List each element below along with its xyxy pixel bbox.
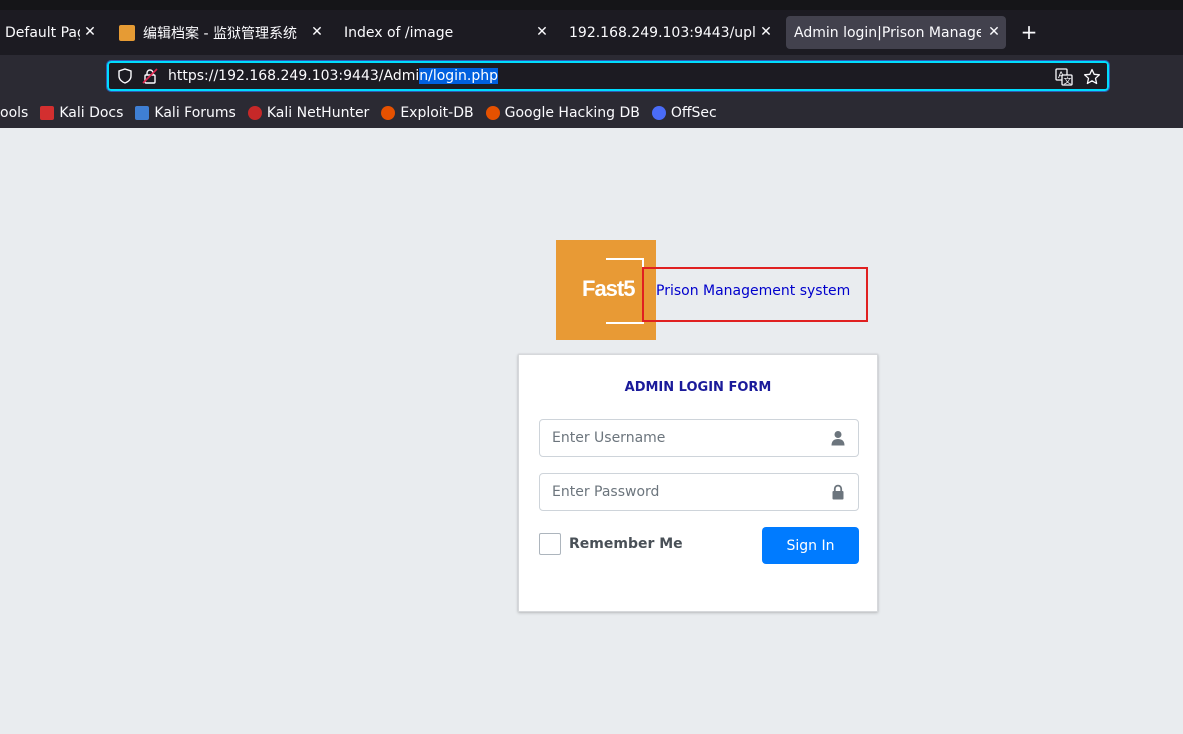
- tab-label: Default Page: [5, 24, 80, 41]
- exploit-db-icon: [381, 106, 396, 120]
- site-favicon-icon: [119, 24, 135, 41]
- close-icon[interactable]: ✕: [758, 24, 774, 40]
- remember-me: Remember Me: [539, 533, 683, 555]
- kali-forums-icon: [135, 106, 150, 120]
- sign-in-button[interactable]: Sign In: [762, 527, 859, 564]
- password-input[interactable]: [540, 474, 820, 510]
- tab-label: 编辑档案 - 监狱管理系统: [143, 25, 297, 42]
- close-icon[interactable]: ✕: [986, 24, 1002, 40]
- tab-label: Index of /image: [344, 24, 454, 41]
- bookmark-kali-nethunter[interactable]: Kali NetHunter: [247, 105, 370, 121]
- bookmark-label: ools: [0, 105, 29, 121]
- form-title: ADMIN LOGIN FORM: [624, 380, 772, 395]
- close-icon[interactable]: ✕: [309, 24, 325, 40]
- kali-docs-icon: [40, 106, 55, 120]
- bookmark-label: Kali Forums: [154, 105, 236, 121]
- bookmark-offsec[interactable]: OffSec: [651, 105, 717, 121]
- bookmark-label: Google Hacking DB: [504, 105, 640, 121]
- bookmark-label: Exploit-DB: [400, 105, 474, 121]
- bookmark-label: Kali NetHunter: [266, 105, 370, 121]
- login-card: ADMIN LOGIN FORM Remember Me Sign In: [518, 354, 878, 612]
- bookmark-google-hacking-db[interactable]: Google Hacking DB: [485, 105, 640, 121]
- url-text[interactable]: https://192.168.249.103:9443/Admin/login…: [168, 68, 499, 85]
- tab-index-image[interactable]: Index of /image ✕: [336, 16, 554, 49]
- navigation-bar: https://192.168.249.103:9443/Admin/login…: [0, 55, 1183, 98]
- highlight-box: [642, 267, 868, 322]
- tab-default-page[interactable]: Default Page ✕: [0, 16, 102, 49]
- nethunter-icon: [247, 106, 262, 120]
- shield-icon[interactable]: [117, 68, 133, 84]
- tab-upload[interactable]: 192.168.249.103:9443/upload ✕: [561, 16, 778, 49]
- url-bar[interactable]: https://192.168.249.103:9443/Admin/login…: [106, 60, 1110, 92]
- password-field[interactable]: [539, 473, 859, 511]
- brand-logo: Fast5: [556, 240, 656, 340]
- url-prefix: https://192.168.249.103:9443/Admi: [168, 68, 420, 84]
- translate-icon[interactable]: A文: [1055, 68, 1073, 86]
- system-top-bar: [0, 0, 1183, 10]
- bookmark-label: OffSec: [670, 105, 717, 121]
- tab-label: Admin login|Prison Management: [794, 24, 981, 41]
- lock-icon: [832, 484, 844, 500]
- bookmark-label: Kali Docs: [59, 105, 124, 121]
- lock-icon[interactable]: [142, 68, 158, 84]
- tab-bar: Default Page ✕ 编辑档案 - 监狱管理系统 ✕ Index of …: [0, 10, 1183, 55]
- tab-edit-profile[interactable]: 编辑档案 - 监狱管理系统 ✕: [111, 16, 329, 49]
- svg-text:文: 文: [1064, 76, 1072, 86]
- tab-admin-login[interactable]: Admin login|Prison Management ✕: [786, 16, 1006, 49]
- username-input[interactable]: [540, 420, 820, 456]
- close-icon[interactable]: ✕: [534, 24, 550, 40]
- username-field[interactable]: [539, 419, 859, 457]
- bookmark-star-icon[interactable]: [1083, 68, 1101, 86]
- remember-me-label[interactable]: Remember Me: [569, 536, 683, 552]
- remember-me-checkbox[interactable]: [539, 533, 561, 555]
- new-tab-icon[interactable]: +: [1019, 22, 1039, 42]
- bookmark-kali-forums[interactable]: Kali Forums: [135, 105, 236, 121]
- page-content: Fast5 Prison Management system ADMIN LOG…: [0, 128, 1183, 734]
- tab-label: 192.168.249.103:9443/upload: [569, 24, 756, 41]
- user-icon: [831, 431, 845, 446]
- ghdb-icon: [485, 106, 500, 120]
- bookmark-kali-tools[interactable]: ools: [0, 105, 28, 121]
- url-selected-text: n/login.php: [419, 68, 499, 84]
- bookmark-kali-docs[interactable]: Kali Docs: [40, 105, 123, 121]
- bookmark-exploit-db[interactable]: Exploit-DB: [381, 105, 474, 121]
- offsec-icon: [651, 106, 666, 120]
- close-icon[interactable]: ✕: [82, 24, 98, 40]
- bookmarks-bar: ools Kali Docs Kali Forums Kali NetHunte…: [0, 98, 1183, 128]
- logo-text: Fast5: [582, 276, 635, 301]
